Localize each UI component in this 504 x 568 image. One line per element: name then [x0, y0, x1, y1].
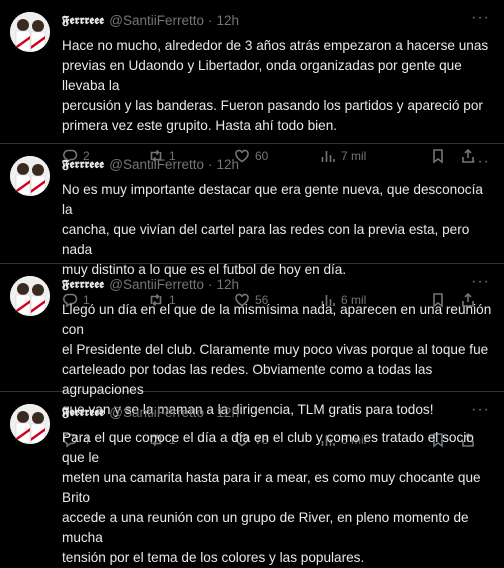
tweet-header: 𝕱𝖊𝖗𝖗𝖗𝖊𝖊𝖊 @SantiiFerretto · 12h	[62, 10, 492, 30]
timestamp[interactable]: 12h	[216, 277, 239, 292]
tweet[interactable]: 𝕱𝖊𝖗𝖗𝖗𝖊𝖊𝖊 @SantiiFerretto · 12h ··· Llegó…	[0, 264, 504, 448]
user-handle[interactable]: @SantiiFerretto	[109, 13, 204, 28]
avatar[interactable]	[10, 156, 50, 196]
avatar[interactable]	[10, 404, 50, 444]
timestamp[interactable]: 12h	[216, 13, 239, 28]
separator-dot: ·	[207, 404, 213, 420]
more-options-icon[interactable]: ···	[471, 10, 490, 26]
avatar-image	[10, 404, 50, 444]
avatar-image	[10, 12, 50, 52]
more-options-icon[interactable]: ···	[471, 154, 490, 170]
tweet[interactable]: 𝕱𝖊𝖗𝖗𝖗𝖊𝖊𝖊 @SantiiFerretto · 12h ··· No es…	[0, 144, 504, 308]
tweet-header: 𝕱𝖊𝖗𝖗𝖗𝖊𝖊𝖊 @SantiiFerretto · 12h	[62, 274, 492, 294]
tweet-text: Hace no mucho, alrededor de 3 años atrás…	[62, 38, 489, 133]
more-options-icon[interactable]: ···	[471, 274, 490, 290]
avatar[interactable]	[10, 276, 50, 316]
separator-dot: ·	[207, 156, 213, 172]
user-handle[interactable]: @SantiiFerretto	[109, 405, 204, 420]
tweet[interactable]: 𝕱𝖊𝖗𝖗𝖗𝖊𝖊𝖊 @SantiiFerretto · 12h ··· Para …	[0, 392, 504, 565]
avatar[interactable]	[10, 12, 50, 52]
tweet-header: 𝕱𝖊𝖗𝖗𝖗𝖊𝖊𝖊 @SantiiFerretto · 12h	[62, 402, 492, 422]
more-options-icon[interactable]: ···	[471, 402, 490, 418]
tweet-header: 𝕱𝖊𝖗𝖗𝖗𝖊𝖊𝖊 @SantiiFerretto · 12h	[62, 154, 492, 174]
avatar-image	[10, 276, 50, 316]
avatar-image	[10, 156, 50, 196]
user-handle[interactable]: @SantiiFerretto	[109, 157, 204, 172]
user-handle[interactable]: @SantiiFerretto	[109, 277, 204, 292]
separator-dot: ·	[207, 12, 213, 28]
display-name[interactable]: 𝕱𝖊𝖗𝖗𝖗𝖊𝖊𝖊	[62, 157, 104, 172]
display-name[interactable]: 𝕱𝖊𝖗𝖗𝖗𝖊𝖊𝖊	[62, 405, 104, 420]
timestamp[interactable]: 12h	[216, 157, 239, 172]
display-name[interactable]: 𝕱𝖊𝖗𝖗𝖗𝖊𝖊𝖊	[62, 13, 104, 28]
timeline: 𝕱𝖊𝖗𝖗𝖗𝖊𝖊𝖊 @SantiiFerretto · 12h ··· Hace …	[0, 0, 504, 565]
display-name[interactable]: 𝕱𝖊𝖗𝖗𝖗𝖊𝖊𝖊	[62, 277, 104, 292]
timestamp[interactable]: 12h	[216, 405, 239, 420]
tweet[interactable]: 𝕱𝖊𝖗𝖗𝖗𝖊𝖊𝖊 @SantiiFerretto · 12h ··· Hace …	[0, 0, 504, 164]
tweet-text: Para el que conoce el día a día en el cl…	[62, 430, 481, 565]
separator-dot: ·	[207, 276, 213, 292]
